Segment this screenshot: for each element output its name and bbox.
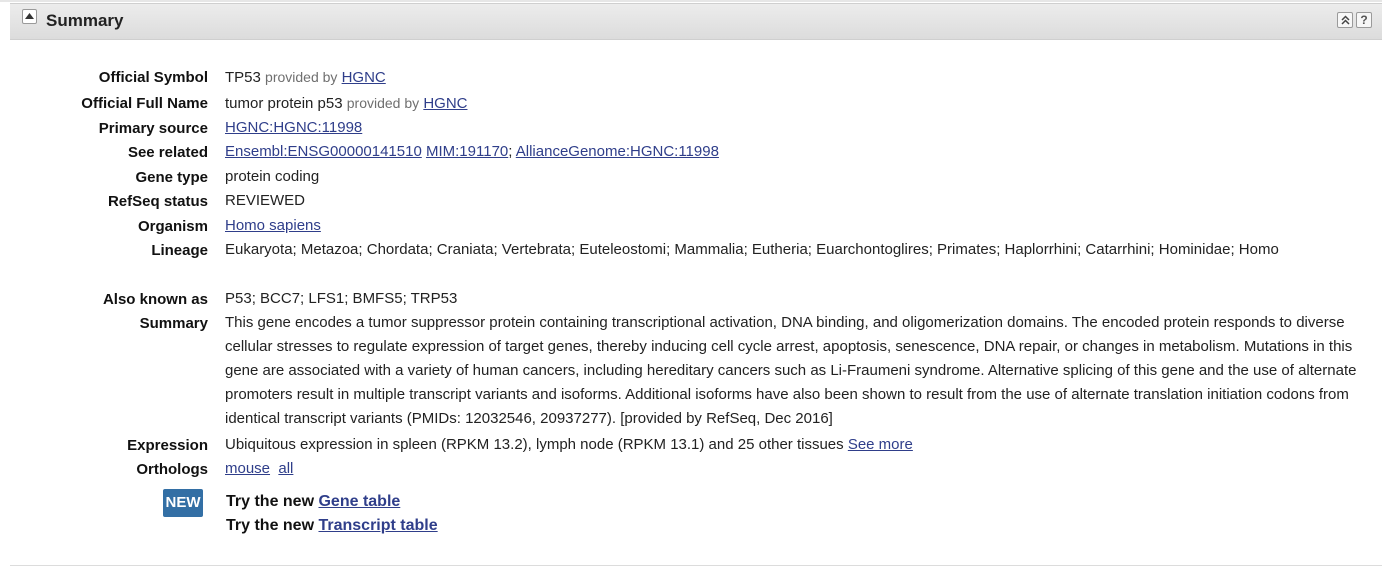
field-label: Also known as <box>102 291 208 308</box>
field-label: Primary source <box>98 120 208 137</box>
summary-value: This gene encodes a tumor suppressor pro… <box>225 314 1357 427</box>
also-known-as-value: P53; BCC7; LFS1; BMFS5; TRP53 <box>225 290 458 307</box>
primary-source-link[interactable]: HGNC:HGNC:11998 <box>225 119 362 136</box>
field-label: Expression <box>127 437 208 454</box>
separator: ; <box>508 143 513 160</box>
new-badge: NEW <box>163 489 203 517</box>
summary-panel-header[interactable]: Summary ? <box>10 3 1382 40</box>
refseq-status-value: REVIEWED <box>225 192 306 209</box>
field-value: mouse all <box>225 457 293 481</box>
try-transcript-table: Try the new Transcript table <box>226 517 438 535</box>
mim-link[interactable]: MIM:191170 <box>426 143 508 160</box>
hgnc-provider-link[interactable]: HGNC <box>423 95 467 112</box>
field-value: Ensembl:ENSG00000141510 MIM:191170; Alli… <box>225 140 719 164</box>
field-label: See related <box>127 144 208 161</box>
organism-link[interactable]: Homo sapiens <box>225 217 321 234</box>
field-value: HGNC:HGNC:11998 <box>225 116 362 140</box>
provided-by-text: provided by <box>265 69 338 85</box>
field-label: Official Full Name <box>81 95 208 112</box>
ortholog-all-link[interactable]: all <box>278 460 293 477</box>
field-value: tumor protein p53 provided by HGNC <box>225 91 467 116</box>
lineage-value: Eukaryota; Metazoa; Chordata; Craniata; … <box>225 241 1279 258</box>
expression-value: Ubiquitous expression in spleen (RPKM 13… <box>225 436 844 453</box>
field-label: Official Symbol <box>98 69 208 86</box>
alliance-genome-link[interactable]: AllianceGenome:HGNC:11998 <box>516 143 719 160</box>
ortholog-mouse-link[interactable]: mouse <box>225 460 270 477</box>
try-gene-table: Try the new Gene table <box>226 493 400 511</box>
transcript-table-link[interactable]: Transcript table <box>318 517 437 534</box>
official-full-name-value: tumor protein p53 <box>225 95 343 112</box>
field-label: Gene type <box>135 169 208 186</box>
field-label: Orthologs <box>136 461 208 478</box>
top-divider <box>0 0 1382 2</box>
gene-table-link[interactable]: Gene table <box>318 493 400 510</box>
help-icon[interactable]: ? <box>1356 12 1372 28</box>
see-more-link[interactable]: See more <box>848 436 913 453</box>
field-label: Lineage <box>151 242 208 259</box>
field-value: Ubiquitous expression in spleen (RPKM 13… <box>225 433 913 457</box>
collapse-toggle-icon[interactable] <box>22 9 37 24</box>
official-symbol-value: TP53 <box>225 69 261 86</box>
field-value: Homo sapiens <box>225 214 321 238</box>
hgnc-provider-link[interactable]: HGNC <box>342 69 386 86</box>
field-label: Organism <box>137 218 208 235</box>
field-label: RefSeq status <box>107 193 208 210</box>
double-chevron-up-icon[interactable] <box>1337 12 1353 28</box>
ensembl-link[interactable]: Ensembl:ENSG00000141510 <box>225 143 422 160</box>
field-label: Summary <box>139 315 208 332</box>
panel-title: Summary <box>46 11 124 30</box>
gene-type-value: protein coding <box>225 168 320 185</box>
try-prefix: Try the new <box>226 517 315 534</box>
try-prefix: Try the new <box>226 493 315 510</box>
field-value: TP53 provided by HGNC <box>225 65 386 90</box>
bottom-divider <box>10 565 1382 566</box>
provided-by-text: provided by <box>346 95 420 111</box>
